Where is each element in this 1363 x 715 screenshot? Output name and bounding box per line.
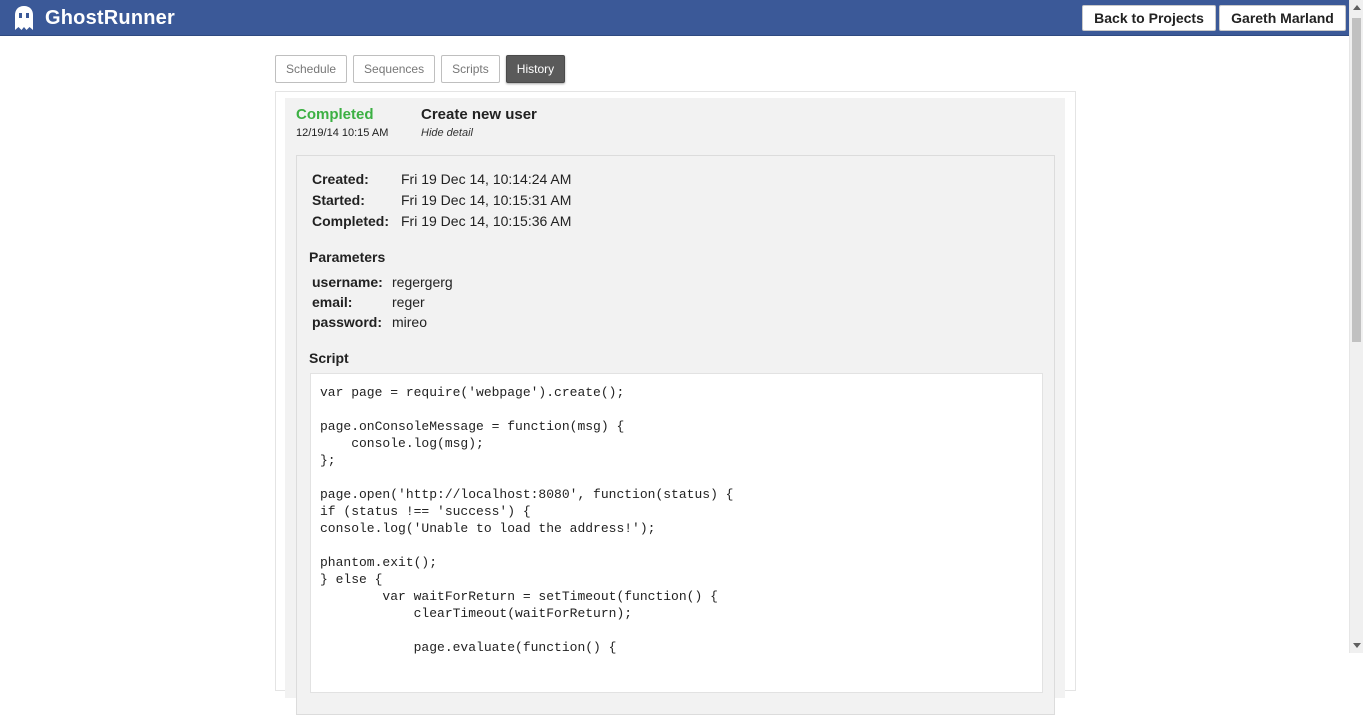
tab-sequences[interactable]: Sequences xyxy=(353,55,436,83)
run-detail: Created: Fri 19 Dec 14, 10:14:24 AM Star… xyxy=(296,155,1055,715)
parameter-label-password: password: xyxy=(312,314,383,330)
script-name: Create new user xyxy=(421,106,537,123)
script-code-block[interactable]: var page = require('webpage').create(); … xyxy=(310,373,1043,693)
parameters-heading: Parameters xyxy=(309,249,386,265)
parameter-row: password: mireo xyxy=(312,314,453,334)
tab-history[interactable]: History xyxy=(505,55,566,83)
parameter-value-email: reger xyxy=(392,294,425,310)
tab-schedule[interactable]: Schedule xyxy=(275,55,348,83)
created-value: Fri 19 Dec 14, 10:14:24 AM xyxy=(401,171,572,187)
brand[interactable]: GhostRunner xyxy=(14,5,175,31)
scroll-up-arrow-icon[interactable] xyxy=(1353,5,1361,10)
completed-label: Completed: xyxy=(312,213,389,229)
app-title: GhostRunner xyxy=(45,6,175,29)
parameter-value-username: regergerg xyxy=(392,274,453,290)
parameters-list: username: regergerg email: reger passwor… xyxy=(312,274,453,334)
top-bar: GhostRunner Back to Projects Gareth Marl… xyxy=(0,0,1363,36)
history-panel: Completed 12/19/14 10:15 AM Create new u… xyxy=(275,91,1076,715)
script-heading: Script xyxy=(309,350,349,366)
completed-row: Completed: Fri 19 Dec 14, 10:15:36 AM xyxy=(312,213,571,234)
completed-value: Fri 19 Dec 14, 10:15:36 AM xyxy=(401,213,572,229)
parameter-row: email: reger xyxy=(312,294,453,314)
scroll-thumb[interactable] xyxy=(1352,18,1361,342)
started-value: Fri 19 Dec 14, 10:15:31 AM xyxy=(401,192,572,208)
created-label: Created: xyxy=(312,171,369,187)
tab-scripts[interactable]: Scripts xyxy=(441,55,500,83)
nav-tabs: Schedule Sequences Scripts History xyxy=(275,55,571,83)
run-times: Created: Fri 19 Dec 14, 10:14:24 AM Star… xyxy=(312,171,571,234)
history-item: Completed 12/19/14 10:15 AM Create new u… xyxy=(285,98,1065,715)
vertical-scrollbar[interactable] xyxy=(1349,0,1363,653)
started-row: Started: Fri 19 Dec 14, 10:15:31 AM xyxy=(312,192,571,213)
parameter-label-username: username: xyxy=(312,274,383,290)
back-to-projects-button[interactable]: Back to Projects xyxy=(1082,5,1216,31)
status-label: Completed xyxy=(296,106,374,123)
run-date: 12/19/14 10:15 AM xyxy=(296,127,389,139)
user-menu-button[interactable]: Gareth Marland xyxy=(1219,5,1346,31)
scroll-down-arrow-icon[interactable] xyxy=(1353,643,1361,648)
created-row: Created: Fri 19 Dec 14, 10:14:24 AM xyxy=(312,171,571,192)
hide-detail-link[interactable]: Hide detail xyxy=(421,127,473,139)
started-label: Started: xyxy=(312,192,365,208)
ghost-logo-icon xyxy=(15,6,33,30)
parameter-row: username: regergerg xyxy=(312,274,453,294)
parameter-value-password: mireo xyxy=(392,314,428,330)
parameter-label-email: email: xyxy=(312,294,353,310)
